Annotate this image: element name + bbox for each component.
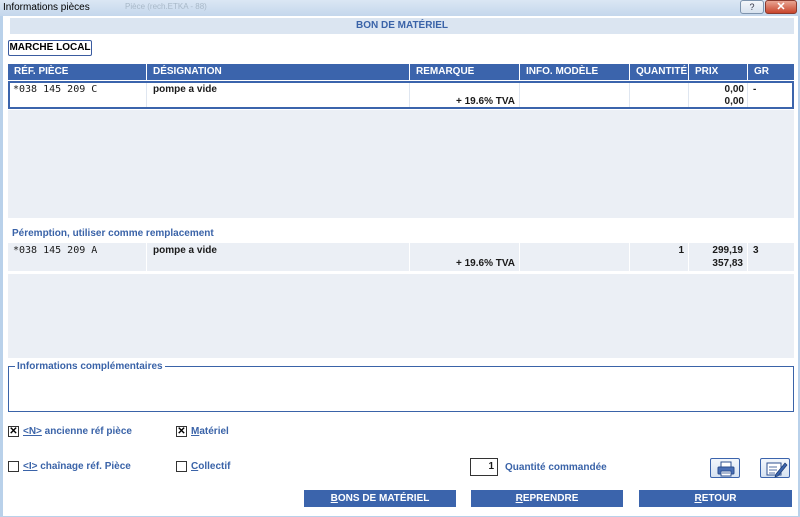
repl-quantite: 1 [678, 245, 684, 256]
printer-icon [717, 461, 735, 477]
col-prix[interactable]: PRIX [689, 64, 748, 80]
col-ref[interactable]: RÉF. PIÈCE [8, 64, 147, 80]
help-button[interactable]: ? [740, 0, 764, 14]
edit-document-icon [766, 462, 788, 478]
table-row[interactable]: *038 145 209 C pompe a vide + 19.6% TVA … [8, 81, 794, 109]
window-titlebar: Informations pièces Pièce (rech.ETKA - 8… [0, 0, 800, 16]
repl-ref: *038 145 209 A [13, 245, 98, 256]
edit-button[interactable] [760, 458, 790, 478]
repl-prix-ttc: 357,83 [712, 258, 743, 269]
table-row[interactable]: *038 145 209 A pompe a vide + 19.6% TVA … [8, 243, 794, 271]
replacement-label: Péremption, utiliser comme remplacement [12, 228, 214, 239]
repl-designation: pompe a vide [153, 245, 217, 256]
ancienne-ref-checkbox[interactable]: ✕ [8, 426, 19, 437]
col-remarque[interactable]: REMARQUE [410, 64, 520, 80]
table-empty-area [8, 110, 794, 218]
repl-tva: + 19.6% TVA [455, 258, 515, 269]
row-gr: - [753, 84, 757, 95]
chainage-checkbox[interactable] [8, 461, 19, 472]
materiel-label[interactable]: Matériel [191, 426, 229, 437]
col-quantite[interactable]: QUANTITÉ [630, 64, 689, 80]
materiel-checkbox[interactable]: ✕ [176, 426, 187, 437]
close-button[interactable]: ✕ [765, 0, 797, 14]
row-prix-ttc: 0,00 [724, 96, 744, 107]
row-prix: 0,00 [724, 84, 744, 95]
ancienne-ref-label[interactable]: <N> ancienne réf pièce [23, 426, 132, 437]
reprendre-button[interactable]: REPRENDRE [471, 490, 623, 507]
row-ref: *038 145 209 C [13, 84, 98, 95]
row-designation: pompe a vide [153, 84, 217, 95]
replacement-empty-area [8, 274, 794, 358]
parts-table: RÉF. PIÈCE DÉSIGNATION REMARQUE INFO. MO… [8, 64, 794, 110]
collectif-checkbox[interactable] [176, 461, 187, 472]
header-band: BON DE MATÉRIEL [10, 18, 794, 34]
repl-prix: 299,19 [712, 245, 743, 256]
bons-de-materiel-button[interactable]: BONS DE MATÉRIEL [304, 490, 456, 507]
row-tva: + 19.6% TVA [455, 96, 515, 107]
window-title: Informations pièces [3, 2, 90, 13]
table-header: RÉF. PIÈCE DÉSIGNATION REMARQUE INFO. MO… [8, 64, 794, 80]
print-button[interactable] [710, 458, 740, 478]
collectif-label[interactable]: Collectif [191, 461, 230, 472]
replacement-table: *038 145 209 A pompe a vide + 19.6% TVA … [8, 243, 794, 273]
dialog-body: BON DE MATÉRIEL MARCHE LOCAL RÉF. PIÈCE … [3, 16, 798, 516]
quantity-label: Quantité commandée [505, 462, 607, 473]
repl-gr: 3 [753, 245, 759, 256]
col-info-modele[interactable]: INFO. MODÈLE [520, 64, 630, 80]
retour-button[interactable]: RETOUR [639, 490, 792, 507]
col-designation[interactable]: DÉSIGNATION [147, 64, 410, 80]
info-complementaires-label: Informations complémentaires [15, 361, 165, 372]
quantity-input[interactable]: 1 [470, 458, 498, 476]
col-gr[interactable]: GR [748, 64, 794, 80]
window-faint-title: Pièce (rech.ETKA - 88) [125, 2, 207, 11]
header-title: BON DE MATÉRIEL [355, 20, 449, 31]
chainage-label[interactable]: <I> chaînage réf. Pièce [23, 461, 131, 472]
marche-local-button[interactable]: MARCHE LOCAL [8, 40, 92, 56]
info-complementaires-box[interactable]: Informations complémentaires [8, 361, 794, 412]
